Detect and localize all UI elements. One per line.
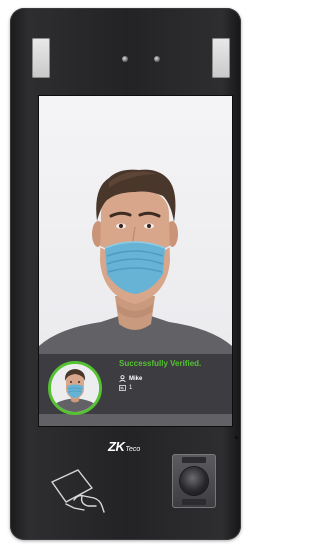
user-name-row: Mike [119, 375, 142, 382]
rfid-card-icon[interactable] [44, 464, 114, 514]
verification-status-text: Successfully Verified. [119, 359, 202, 368]
camera-lens-right [154, 56, 160, 62]
fingerprint-guide-bottom [182, 499, 206, 505]
ir-light-window-right [212, 38, 230, 78]
brand-logo-main: ZK [108, 439, 125, 454]
brand-logo-sub: Teco [125, 446, 141, 453]
fingerprint-sensor-lens [180, 467, 208, 495]
user-id-row: 1 [119, 385, 132, 391]
indicator-dot [235, 436, 238, 439]
user-name: Mike [129, 375, 143, 382]
verified-face-thumbnail [48, 361, 102, 415]
user-id: 1 [129, 385, 133, 391]
user-photo [51, 364, 99, 412]
touch-screen[interactable]: Successfully Verified. Mike 1 [39, 96, 232, 426]
ir-light-window-left [32, 38, 50, 78]
user-icon [119, 375, 126, 382]
brand-logo: ZKTeco [108, 438, 140, 456]
access-control-terminal: Successfully Verified. Mike 1 ZKTeco [10, 8, 241, 540]
fingerprint-guide-top [182, 457, 206, 463]
camera-lens-left [122, 56, 128, 62]
fingerprint-sensor-icon[interactable] [172, 454, 216, 508]
id-card-icon [119, 385, 126, 391]
